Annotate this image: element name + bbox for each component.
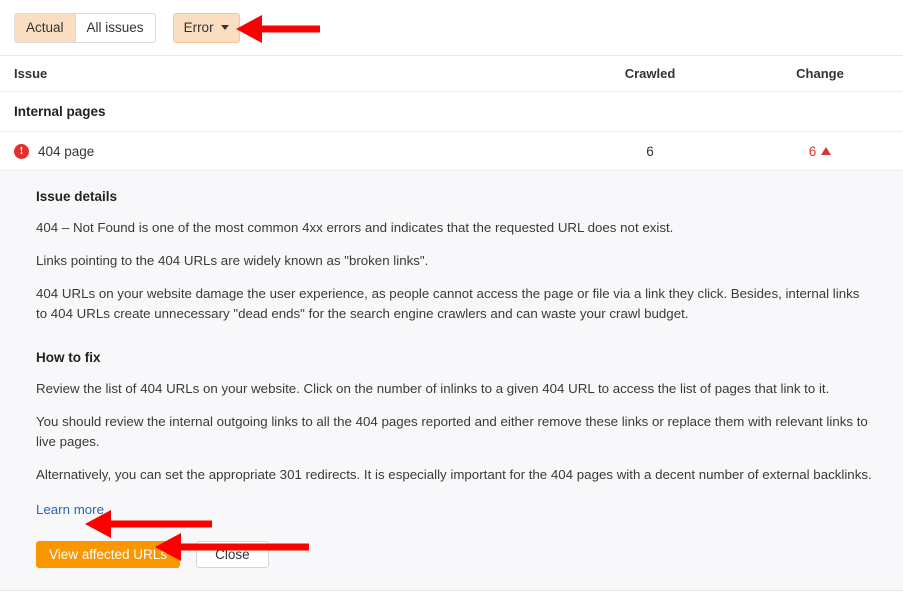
table-row[interactable]: ! 404 page 6 6 bbox=[0, 132, 903, 171]
error-icon: ! bbox=[14, 143, 29, 159]
detail-action-buttons: View affected URLs Close bbox=[36, 541, 873, 568]
table-header-row: Issue Crawled Change bbox=[0, 56, 903, 92]
issue-cell[interactable]: ! 404 page bbox=[0, 143, 560, 159]
chevron-down-icon bbox=[220, 25, 229, 30]
issue-detail-panel: Issue details 404 – Not Found is one of … bbox=[0, 171, 903, 591]
column-header-issue: Issue bbox=[14, 66, 48, 81]
group-label: Internal pages bbox=[14, 104, 106, 119]
segment-all-issues[interactable]: All issues bbox=[75, 13, 155, 42]
arrow-to-how-to-fix bbox=[85, 510, 212, 538]
change-value-wrapper: 6 bbox=[809, 144, 832, 159]
filter-toolbar: Actual All issues Error bbox=[0, 0, 903, 56]
issue-details-paragraph-1: 404 – Not Found is one of the most commo… bbox=[36, 220, 674, 235]
view-mode-segmented-control[interactable]: Actual All issues bbox=[14, 12, 156, 43]
change-value: 6 bbox=[808, 143, 817, 159]
close-button[interactable]: Close bbox=[196, 541, 269, 568]
view-affected-urls-button[interactable]: View affected URLs bbox=[36, 541, 181, 568]
change-cell: 6 bbox=[740, 144, 900, 159]
learn-more-link[interactable]: Learn more bbox=[36, 502, 104, 517]
arrow-shaft bbox=[260, 25, 320, 33]
issue-details-paragraph-2: Links pointing to the 404 URLs are widel… bbox=[36, 253, 429, 268]
table-group-row-internal-pages: Internal pages bbox=[0, 92, 903, 132]
segment-actual[interactable]: Actual bbox=[15, 13, 75, 42]
issue-name: 404 page bbox=[38, 143, 95, 159]
issue-details-heading: Issue details bbox=[36, 189, 118, 204]
how-to-fix-paragraph-3: Alternatively, you can set the appropria… bbox=[36, 467, 872, 482]
issue-details-paragraph-3: 404 URLs on your website damage the user… bbox=[36, 286, 860, 321]
how-to-fix-paragraph-1: Review the list of 404 URLs on your webs… bbox=[36, 381, 830, 396]
severity-filter-dropdown[interactable]: Error bbox=[172, 12, 240, 43]
severity-filter-label: Error bbox=[183, 20, 214, 35]
column-header-change: Change bbox=[796, 66, 844, 81]
column-header-crawled: Crawled bbox=[624, 66, 676, 81]
trend-up-icon bbox=[821, 147, 832, 155]
crawled-cell: 6 bbox=[646, 143, 654, 159]
arrow-to-error-filter bbox=[236, 15, 320, 43]
how-to-fix-heading: How to fix bbox=[36, 350, 101, 365]
arrow-shaft bbox=[109, 520, 212, 528]
arrow-head-icon bbox=[236, 15, 262, 43]
how-to-fix-paragraph-2: You should review the internal outgoing … bbox=[36, 414, 868, 449]
